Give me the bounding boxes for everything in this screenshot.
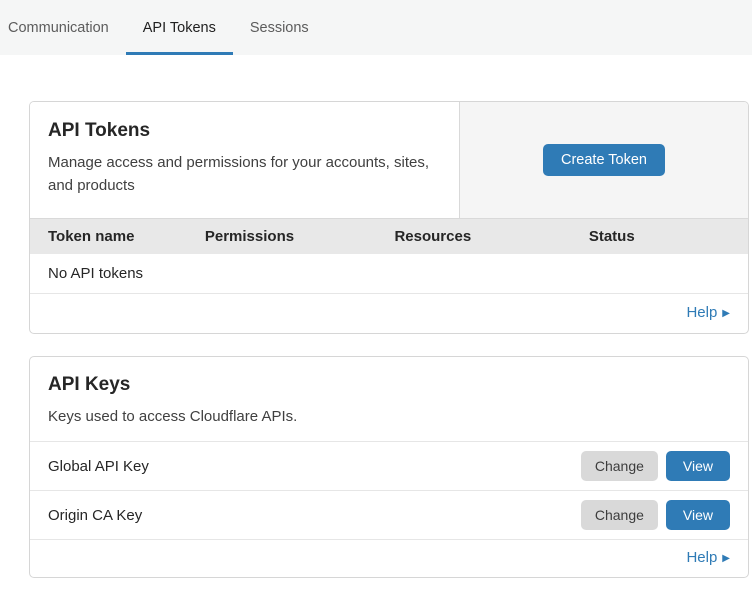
api-tokens-card: API Tokens Manage access and permissions…	[29, 101, 749, 334]
help-arrow-icon: ▶	[722, 308, 730, 319]
api-keys-description: Keys used to access Cloudflare APIs.	[48, 405, 438, 428]
tab-communication[interactable]: Communication	[8, 0, 126, 55]
api-tokens-header-text: API Tokens Manage access and permissions…	[30, 102, 460, 218]
column-header-token-name: Token name	[48, 228, 205, 245]
key-name: Origin CA Key	[48, 507, 142, 524]
change-origin-ca-key-button[interactable]: Change	[581, 500, 658, 530]
api-tokens-card-header: API Tokens Manage access and permissions…	[30, 102, 748, 218]
view-global-api-key-button[interactable]: View	[666, 451, 730, 481]
key-row-global-api-key: Global API Key Change View	[30, 441, 748, 490]
help-arrow-icon: ▶	[722, 553, 730, 564]
help-link-label: Help	[686, 304, 717, 321]
api-tokens-title: API Tokens	[48, 120, 441, 142]
api-tokens-card-footer: Help ▶	[30, 294, 748, 333]
tab-bar: Communication API Tokens Sessions	[0, 0, 752, 55]
token-table-empty-row: No API tokens	[30, 254, 748, 294]
change-global-api-key-button[interactable]: Change	[581, 451, 658, 481]
api-keys-title: API Keys	[48, 374, 730, 396]
api-keys-help-link[interactable]: Help ▶	[686, 549, 730, 566]
api-keys-card: API Keys Keys used to access Cloudflare …	[29, 356, 749, 578]
column-header-resources: Resources	[394, 228, 588, 245]
tab-sessions[interactable]: Sessions	[233, 0, 326, 55]
create-token-button[interactable]: Create Token	[543, 144, 665, 176]
key-row-origin-ca-key: Origin CA Key Change View	[30, 490, 748, 539]
key-actions: Change View	[581, 500, 730, 530]
key-actions: Change View	[581, 451, 730, 481]
api-keys-card-footer: Help ▶	[30, 539, 748, 577]
api-tokens-description: Manage access and permissions for your a…	[48, 151, 438, 198]
token-table-header: Token name Permissions Resources Status	[30, 218, 748, 254]
api-keys-card-header: API Keys Keys used to access Cloudflare …	[30, 357, 748, 441]
view-origin-ca-key-button[interactable]: View	[666, 500, 730, 530]
page-content: API Tokens Manage access and permissions…	[29, 101, 749, 578]
column-header-permissions: Permissions	[205, 228, 395, 245]
api-tokens-help-link[interactable]: Help ▶	[686, 304, 730, 321]
tab-api-tokens[interactable]: API Tokens	[126, 0, 233, 55]
api-tokens-header-action-panel: Create Token	[460, 102, 748, 218]
help-link-label: Help	[686, 549, 717, 566]
column-header-status: Status	[589, 228, 730, 245]
key-name: Global API Key	[48, 458, 149, 475]
